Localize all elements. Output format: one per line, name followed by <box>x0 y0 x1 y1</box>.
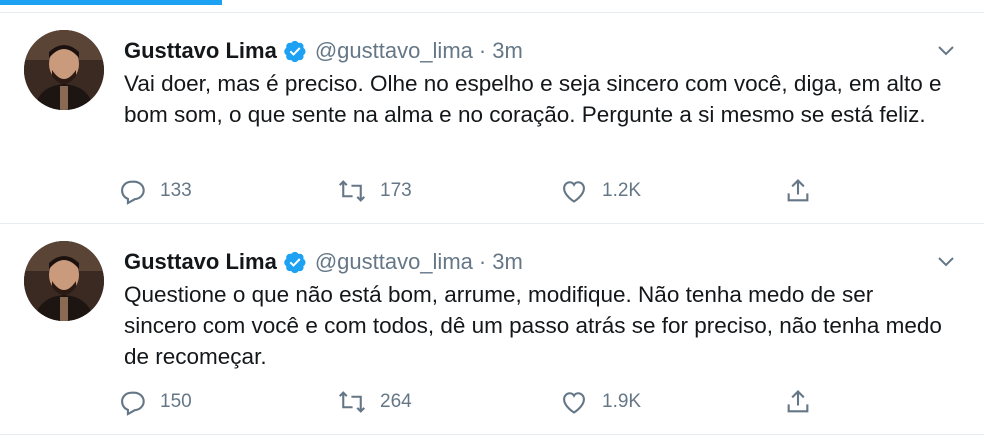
author-name[interactable]: Gusttavo Lima <box>124 249 277 275</box>
like-button[interactable]: 1.2K <box>560 177 641 205</box>
tweet-timestamp[interactable]: 3m <box>492 38 523 64</box>
avatar[interactable] <box>24 30 104 110</box>
reply-count: 133 <box>160 180 192 201</box>
timeline-top-bar <box>0 0 984 13</box>
retweet-button[interactable]: 264 <box>338 388 412 416</box>
reply-button[interactable]: 150 <box>118 388 192 416</box>
retweet-button[interactable]: 173 <box>338 177 412 205</box>
tweet-actions: 150 264 1.9K <box>118 388 818 418</box>
share-icon <box>787 390 809 413</box>
like-icon <box>563 181 585 203</box>
reply-button[interactable]: 133 <box>118 177 192 205</box>
share-icon <box>787 179 809 202</box>
tweet[interactable]: Gusttavo Lima @gusttavo_lima · 3m Vai do… <box>0 14 984 224</box>
tweet-header: Gusttavo Lima @gusttavo_lima · 3m <box>124 249 523 275</box>
tweet-timestamp[interactable]: 3m <box>492 249 523 275</box>
timeline: Gusttavo Lima @gusttavo_lima · 3m Vai do… <box>0 0 984 443</box>
active-tab-indicator <box>0 0 222 5</box>
profile-photo-icon <box>24 30 104 110</box>
chevron-down-icon[interactable] <box>934 38 958 62</box>
tweet-header: Gusttavo Lima @gusttavo_lima · 3m <box>124 38 523 64</box>
share-button[interactable] <box>784 177 812 205</box>
retweet-count: 173 <box>380 180 412 201</box>
profile-photo-icon <box>24 241 104 321</box>
retweet-icon <box>339 391 365 413</box>
like-icon <box>563 392 585 414</box>
like-button[interactable]: 1.9K <box>560 388 641 416</box>
author-handle[interactable]: @gusttavo_lima <box>315 38 473 64</box>
share-button[interactable] <box>784 388 812 416</box>
tweet-actions: 133 173 1.2K <box>118 177 818 207</box>
like-count: 1.2K <box>602 180 642 201</box>
like-count: 1.9K <box>602 391 642 412</box>
verified-badge-icon <box>283 39 307 63</box>
author-handle[interactable]: @gusttavo_lima <box>315 249 473 275</box>
retweet-icon <box>339 180 365 202</box>
retweet-count: 264 <box>380 391 412 412</box>
tweet-text: Vai doer, mas é preciso. Olhe no espelho… <box>124 71 942 127</box>
avatar[interactable] <box>24 241 104 321</box>
chevron-down-icon[interactable] <box>934 249 958 273</box>
author-name[interactable]: Gusttavo Lima <box>124 38 277 64</box>
reply-icon <box>121 180 145 205</box>
reply-count: 150 <box>160 391 192 412</box>
tweet-text: Questione o que não está bom, arrume, mo… <box>124 282 942 369</box>
separator-dot: · <box>478 249 487 274</box>
separator-dot: · <box>478 38 487 63</box>
tweet[interactable]: Gusttavo Lima @gusttavo_lima · 3m Questi… <box>0 225 984 435</box>
reply-icon <box>121 391 145 416</box>
verified-badge-icon <box>283 250 307 274</box>
